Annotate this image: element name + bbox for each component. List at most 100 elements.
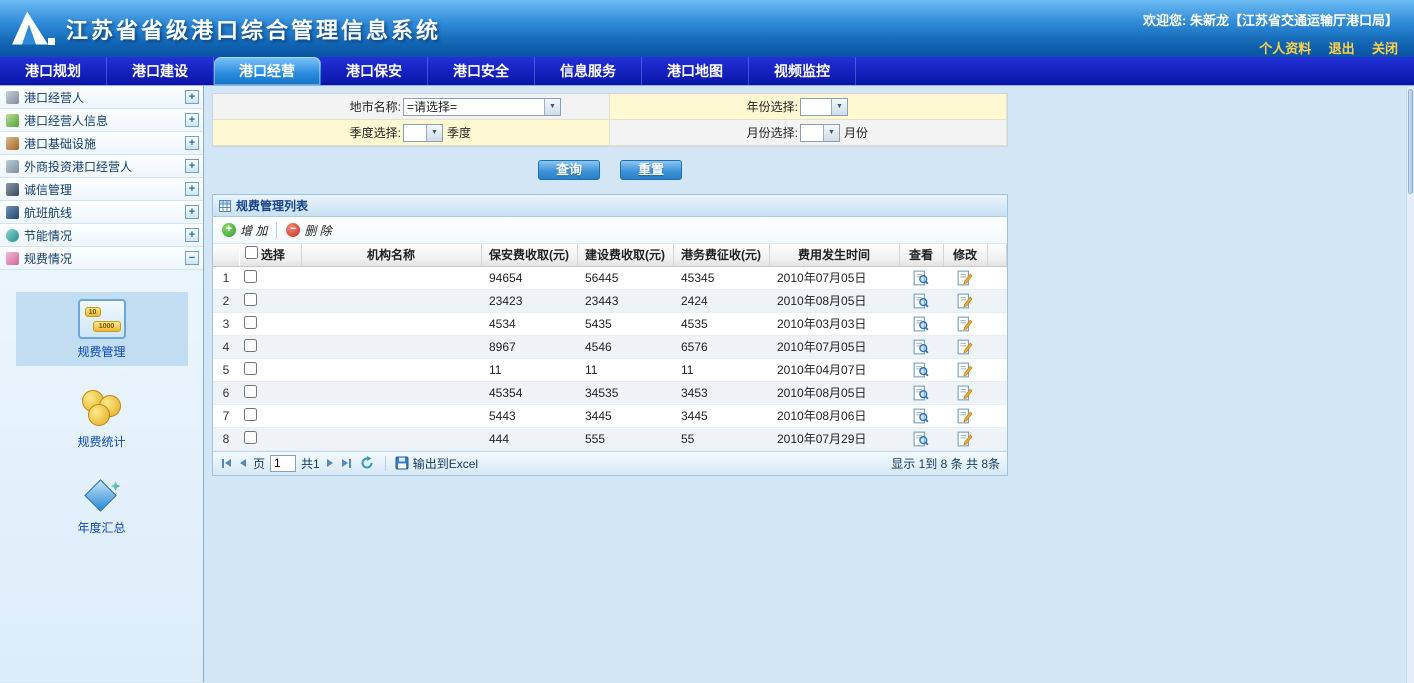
expand-button[interactable]: + [185, 228, 199, 242]
modify-button[interactable] [957, 339, 973, 355]
row-checkbox[interactable] [244, 270, 257, 283]
table-row: 48967454665762010年07月05日 [213, 335, 1007, 358]
sidebar-item-foreign-investment[interactable]: 外商投资港口经营人 + [0, 155, 203, 178]
row-checkbox[interactable] [244, 339, 257, 352]
modify-button[interactable] [957, 362, 973, 378]
tab-port-construction[interactable]: 港口建设 [107, 57, 214, 85]
month-select[interactable]: ▼ [800, 124, 840, 142]
refresh-button[interactable] [358, 454, 376, 472]
close-link[interactable]: 关闭 [1372, 41, 1398, 56]
construction-fee-cell: 555 [577, 427, 673, 450]
row-checkbox[interactable] [244, 385, 257, 398]
expand-button[interactable]: + [185, 205, 199, 219]
modify-button[interactable] [957, 316, 973, 332]
view-button[interactable] [913, 385, 929, 401]
submenu-item-fee-statistics[interactable]: 规费统计 [16, 382, 188, 456]
last-page-button[interactable] [340, 454, 353, 472]
profile-link[interactable]: 个人资料 [1259, 41, 1311, 56]
pager-divider [385, 456, 386, 471]
query-button[interactable]: 查询 [538, 160, 600, 180]
app-window: 江苏省省级港口综合管理信息系统 欢迎您: 朱新龙【江苏省交通运输厅港口局】 个人… [0, 0, 1414, 683]
delete-button-label: 删 除 [304, 222, 331, 239]
security-fee-cell: 94654 [481, 266, 577, 289]
construction-fee-cell: 11 [577, 358, 673, 381]
port-fee-cell: 6576 [673, 335, 769, 358]
filler-cell [987, 358, 1007, 381]
view-button[interactable] [913, 362, 929, 378]
tab-video-monitor[interactable]: 视频监控 [749, 57, 856, 85]
row-select-cell [239, 289, 301, 312]
prev-page-button[interactable] [238, 454, 248, 472]
main-nav: 港口规划 港口建设 港口经营 港口保安 港口安全 信息服务 港口地图 视频监控 [0, 57, 1414, 86]
modify-cell [943, 381, 987, 404]
view-button[interactable] [913, 293, 929, 309]
operator-info-icon [6, 114, 19, 127]
row-number: 6 [213, 381, 239, 404]
tab-port-planning[interactable]: 港口规划 [0, 57, 107, 85]
reset-button[interactable]: 重置 [620, 160, 682, 180]
chevron-down-icon: ▼ [426, 125, 442, 141]
filler-cell [987, 312, 1007, 335]
tab-port-security[interactable]: 港口保安 [321, 57, 428, 85]
sidebar-item-credit-management[interactable]: 诚信管理 + [0, 178, 203, 201]
vertical-scrollbar[interactable] [1406, 87, 1414, 683]
view-button[interactable] [913, 339, 929, 355]
tab-info-service[interactable]: 信息服务 [535, 57, 642, 85]
modify-button[interactable] [957, 408, 973, 424]
collapse-button[interactable]: − [185, 251, 199, 265]
tab-port-map[interactable]: 港口地图 [642, 57, 749, 85]
view-button[interactable] [913, 270, 929, 286]
fee-table: 选择 机构名称 保安费收取(元) 建设费收取(元) 港务费征收(元) 费用发生时… [213, 244, 1007, 451]
delete-button[interactable]: − 删 除 [286, 222, 331, 239]
submenu-item-annual-summary[interactable]: 年度汇总 [16, 472, 188, 542]
row-checkbox[interactable] [244, 408, 257, 421]
edit-icon [957, 385, 973, 401]
edit-icon [957, 408, 973, 424]
year-select[interactable]: ▼ [800, 98, 848, 116]
select-all-checkbox[interactable] [245, 246, 258, 259]
expand-button[interactable]: + [185, 159, 199, 173]
modify-button[interactable] [957, 270, 973, 286]
sidebar-item-label: 诚信管理 [24, 181, 180, 198]
row-select-cell [239, 358, 301, 381]
first-page-button[interactable] [220, 454, 233, 472]
row-number-header [213, 244, 239, 266]
row-checkbox[interactable] [244, 431, 257, 444]
submenu-label: 规费统计 [16, 433, 188, 450]
scrollbar-thumb[interactable] [1408, 89, 1413, 194]
expand-button[interactable]: + [185, 182, 199, 196]
row-checkbox[interactable] [244, 362, 257, 375]
submenu-item-fee-management[interactable]: 10 1000 规费管理 [16, 292, 188, 366]
modify-button[interactable] [957, 293, 973, 309]
page-input[interactable] [270, 455, 296, 472]
view-button[interactable] [913, 431, 929, 447]
add-button[interactable]: + 增 加 [222, 222, 267, 239]
org-name-cell [301, 381, 481, 404]
view-button[interactable] [913, 316, 929, 332]
logout-link[interactable]: 退出 [1329, 41, 1355, 56]
row-checkbox[interactable] [244, 293, 257, 306]
sidebar-item-operator-info[interactable]: 港口经营人信息 + [0, 109, 203, 132]
city-select[interactable]: =请选择= ▼ [403, 98, 561, 116]
expand-button[interactable]: + [185, 136, 199, 150]
view-button[interactable] [913, 408, 929, 424]
sidebar-item-port-operator[interactable]: 港口经营人 + [0, 86, 203, 109]
view-icon [913, 339, 929, 355]
sidebar-item-fees[interactable]: 规费情况 − [0, 247, 203, 270]
tab-port-safety[interactable]: 港口安全 [428, 57, 535, 85]
tab-port-operation[interactable]: 港口经营 [214, 57, 321, 85]
year-label: 年份选择: [610, 98, 798, 115]
export-excel-button[interactable]: 输出到Excel [395, 455, 478, 472]
quarter-select[interactable]: ▼ [403, 124, 443, 142]
sidebar-item-label: 港口经营人信息 [24, 112, 180, 129]
modify-button[interactable] [957, 431, 973, 447]
row-checkbox[interactable] [244, 316, 257, 329]
main-content: 地市名称: =请选择= ▼ 年份选择: ▼ 季度选择: [204, 86, 1414, 682]
expand-button[interactable]: + [185, 113, 199, 127]
modify-button[interactable] [957, 385, 973, 401]
next-page-button[interactable] [325, 454, 335, 472]
sidebar-item-energy[interactable]: 节能情况 + [0, 224, 203, 247]
sidebar-item-routes[interactable]: 航班航线 + [0, 201, 203, 224]
expand-button[interactable]: + [185, 90, 199, 104]
sidebar-item-infrastructure[interactable]: 港口基础设施 + [0, 132, 203, 155]
